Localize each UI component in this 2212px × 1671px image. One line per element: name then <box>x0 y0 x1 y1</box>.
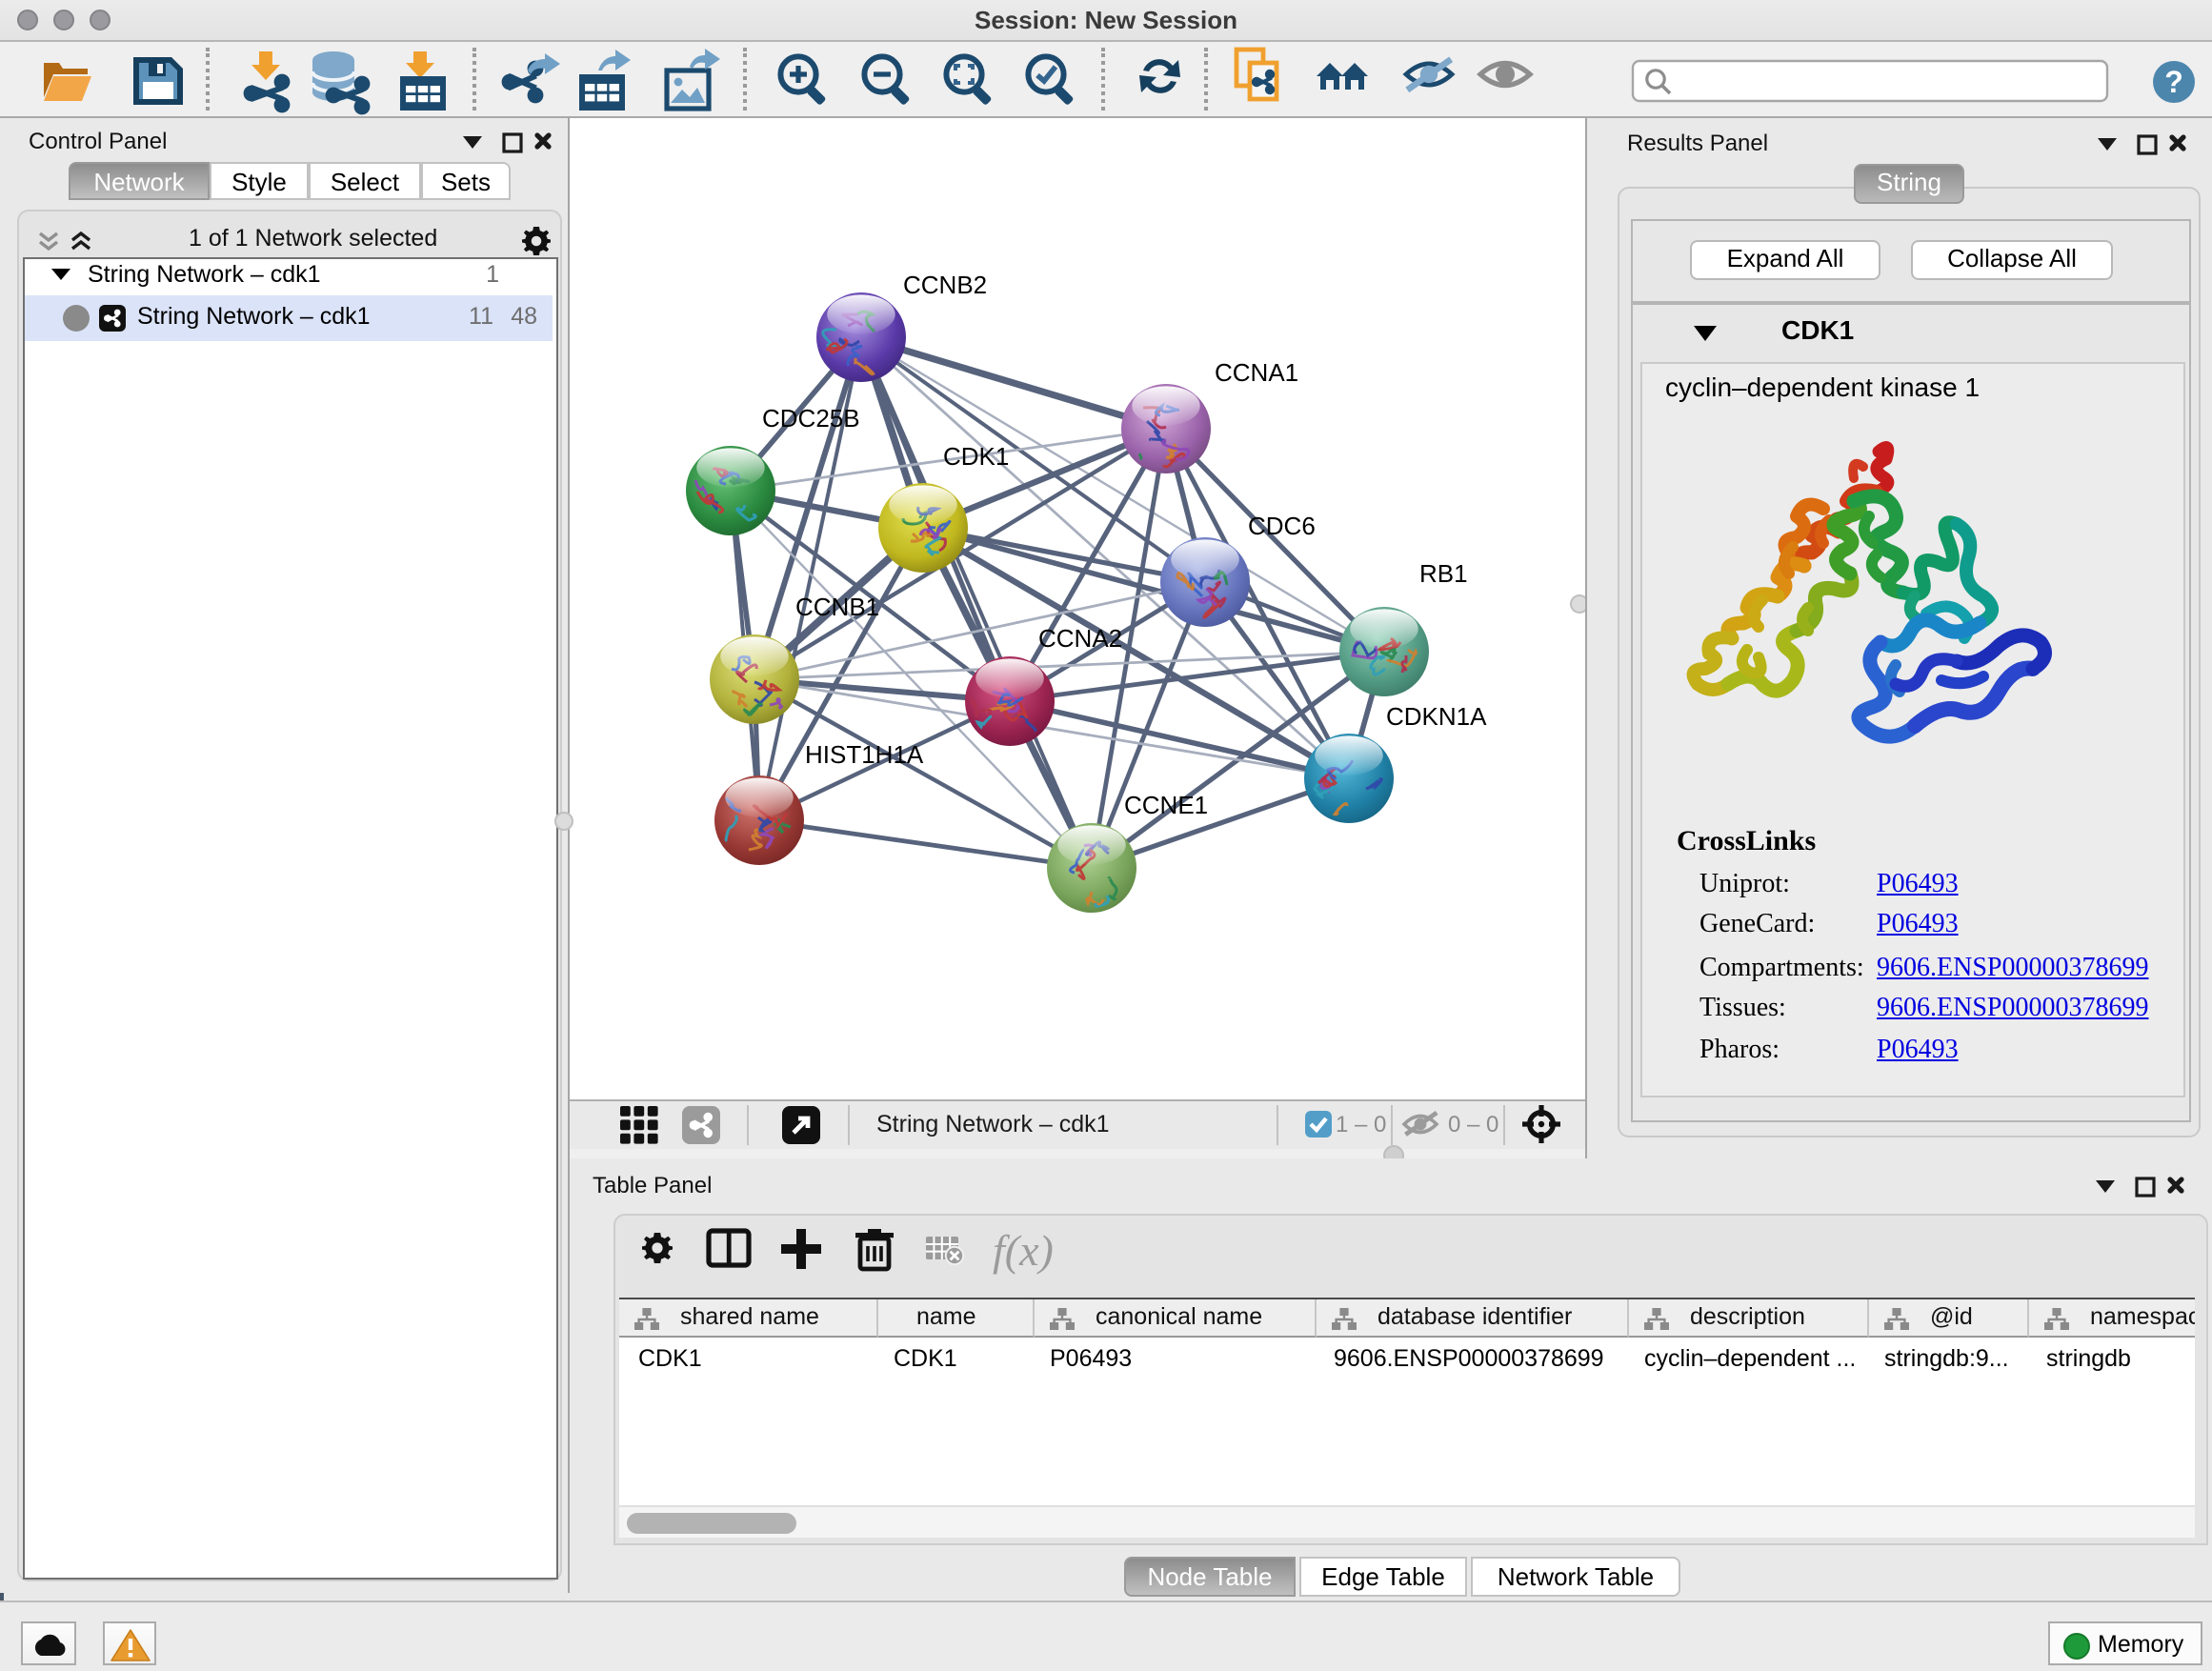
svg-text:?: ? <box>2164 65 2183 99</box>
svg-text:CDKN1A: CDKN1A <box>1386 702 1487 731</box>
svg-text:CCNA1: CCNA1 <box>1215 358 1298 387</box>
svg-text:CDK1: CDK1 <box>943 442 1009 471</box>
svg-text:CDC6: CDC6 <box>1248 512 1316 540</box>
svg-text:CCNB1: CCNB1 <box>795 593 879 621</box>
svg-text:CCNA2: CCNA2 <box>1038 624 1122 653</box>
svg-text:CCNB2: CCNB2 <box>903 271 987 299</box>
svg-text:RB1: RB1 <box>1419 559 1468 588</box>
svg-text:HIST1H1A: HIST1H1A <box>805 740 924 769</box>
svg-text:f(x): f(x) <box>993 1226 1054 1275</box>
svg-text:CCNE1: CCNE1 <box>1124 791 1208 819</box>
svg-text:CDC25B: CDC25B <box>762 404 860 433</box>
